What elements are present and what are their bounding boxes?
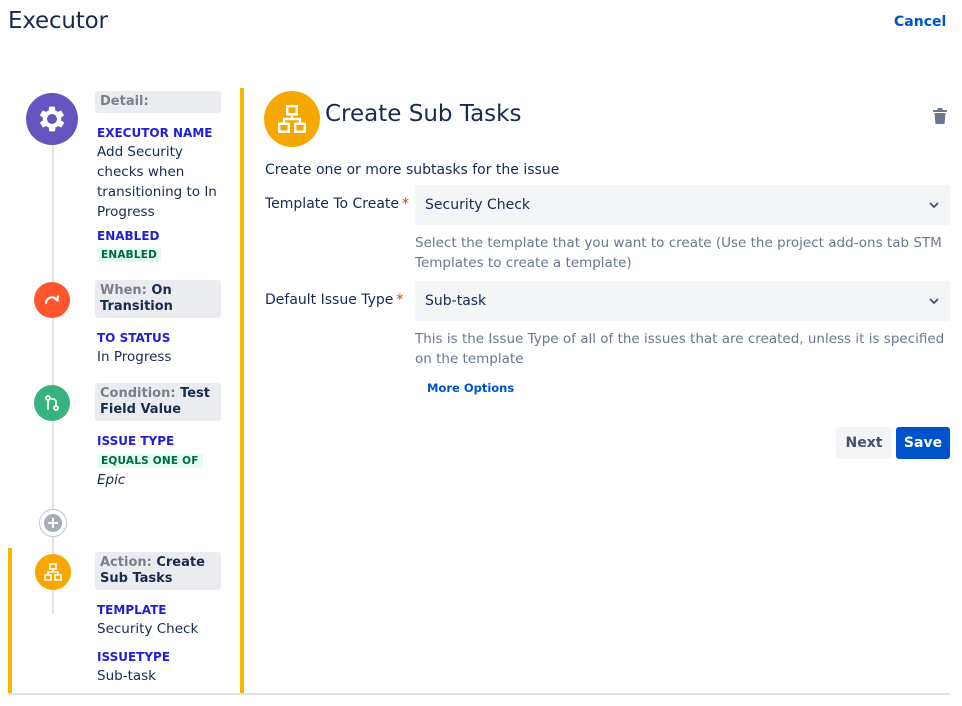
template-select[interactable]: Security Check (415, 185, 950, 225)
condition-prefix: Condition: (100, 386, 176, 401)
template-field-label: Template To Create* (265, 196, 409, 212)
next-button[interactable]: Next (836, 427, 892, 459)
panel-divider (240, 88, 244, 694)
condition-value: Epic (97, 470, 125, 490)
template-key: TEMPLATE (97, 603, 167, 617)
executor-name-key: EXECUTOR NAME (97, 126, 212, 140)
trigger-prefix: When: (100, 283, 147, 298)
save-button[interactable]: Save (896, 427, 950, 459)
enabled-key: ENABLED (97, 229, 159, 243)
equals-one-of-badge: EQUALS ONE OF (97, 454, 203, 468)
template-value: Security Check (97, 619, 198, 639)
add-step-button[interactable]: + (39, 509, 67, 537)
page-title: Executor (8, 8, 108, 34)
bottom-divider (8, 693, 950, 695)
issue-type-key: ISSUE TYPE (97, 434, 174, 448)
gear-icon[interactable] (26, 93, 78, 145)
enabled-badge: ENABLED (97, 248, 161, 262)
hierarchy-icon (264, 91, 320, 147)
action-title-heading: Create Sub Tasks (325, 101, 521, 127)
issue-type-select[interactable]: Sub-task (415, 281, 950, 321)
chevron-down-icon (928, 199, 940, 211)
more-options-link[interactable]: More Options (427, 381, 514, 395)
template-field-label-text: Template To Create (265, 196, 399, 212)
plus-icon: + (44, 514, 62, 532)
issue-type-field-label-text: Default Issue Type (265, 292, 393, 308)
action-step-card[interactable]: Action: Create Sub Tasks (95, 552, 221, 590)
detail-step-card[interactable]: Detail: (95, 91, 221, 113)
trigger-step-card[interactable]: When: On Transition (95, 280, 221, 318)
timeline-line (52, 114, 54, 614)
executor-steps-sidebar: Detail: EXECUTOR NAME Add Security check… (8, 88, 240, 694)
action-prefix: Action: (100, 555, 152, 570)
action-description: Create one or more subtasks for the issu… (265, 162, 559, 178)
required-mark: * (402, 196, 409, 212)
active-step-indicator (8, 548, 12, 694)
condition-step-card[interactable]: Condition: Test Field Value (95, 383, 221, 421)
executor-name-value: Add Security checks when transitioning t… (97, 142, 225, 222)
template-help-text: Select the template that you want to cre… (415, 233, 955, 273)
trash-icon[interactable] (932, 107, 948, 125)
hierarchy-icon[interactable] (35, 554, 71, 590)
issue-type-select-value: Sub-task (425, 293, 486, 309)
chevron-down-icon (928, 295, 940, 307)
detail-heading: Detail: (100, 94, 149, 109)
issuetype-key: ISSUETYPE (97, 650, 170, 664)
issue-type-help-text: This is the Issue Type of all of the iss… (415, 329, 955, 369)
template-select-value: Security Check (425, 197, 530, 213)
branch-icon[interactable] (34, 385, 70, 421)
to-status-value: In Progress (97, 347, 171, 367)
cancel-link[interactable]: Cancel (894, 14, 946, 30)
required-mark: * (396, 292, 403, 308)
issuetype-value: Sub-task (97, 666, 156, 686)
to-status-key: TO STATUS (97, 331, 170, 345)
issue-type-field-label: Default Issue Type* (265, 292, 403, 308)
transition-arrow-icon[interactable] (34, 282, 70, 318)
